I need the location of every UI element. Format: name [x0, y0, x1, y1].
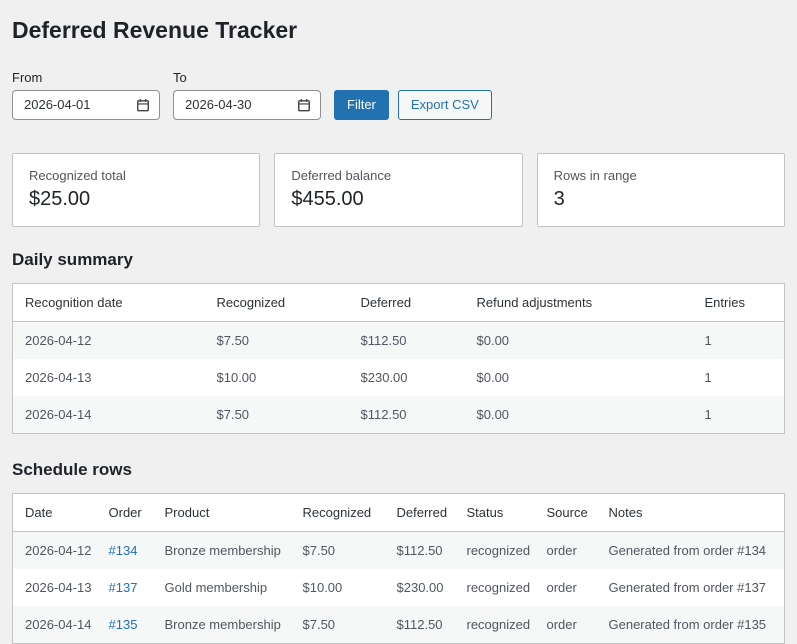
- cell-product: Bronze membership: [164, 616, 281, 632]
- cell-order: #135: [99, 606, 155, 644]
- order-link[interactable]: #134: [109, 543, 138, 558]
- schedule-rows-table: Date Order Product Recognized Deferred S…: [12, 492, 785, 644]
- column-header-recognized: Recognized: [206, 283, 351, 322]
- card-label: Recognized total: [29, 167, 126, 183]
- cell-entries: 1: [704, 332, 712, 348]
- to-date-field: To 2026-04-30: [173, 70, 321, 120]
- card-label: Rows in range: [553, 167, 637, 183]
- daily-summary-heading: Daily summary: [12, 249, 133, 269]
- export-csv-button[interactable]: Export CSV: [397, 89, 492, 120]
- from-date-field: From 2026-04-01: [12, 70, 160, 120]
- card-rows-in-range: Rows in range 3: [536, 152, 785, 227]
- card-value: 3: [553, 187, 565, 210]
- cell-notes: Generated from order #135: [608, 616, 767, 632]
- cell-status: recognized: [466, 616, 531, 632]
- from-date-input[interactable]: 2026-04-01: [12, 89, 160, 120]
- filter-button[interactable]: Filter: [334, 89, 389, 120]
- column-header-notes: Notes: [598, 493, 785, 532]
- column-header-recognition-date: Recognition date: [12, 283, 207, 322]
- cell-refund-adjustments: $0.00: [476, 369, 510, 385]
- table-row: 2026-04-14 #135 Bronze membership $7.50 …: [12, 605, 785, 644]
- order-link[interactable]: #137: [109, 580, 138, 595]
- column-header-order: Order: [98, 493, 155, 532]
- table-header-row: Recognition date Recognized Deferred Ref…: [12, 283, 785, 322]
- cell-refund-adjustments: $0.00: [476, 406, 510, 422]
- column-header-source: Source: [536, 493, 599, 532]
- calendar-icon[interactable]: [136, 98, 150, 112]
- stat-cards: Recognized total $25.00 Deferred balance…: [12, 152, 785, 227]
- daily-summary-table: Recognition date Recognized Deferred Ref…: [12, 282, 785, 434]
- card-label: Deferred balance: [291, 167, 392, 183]
- cell-recognized: $7.50: [216, 406, 250, 422]
- card-deferred-balance: Deferred balance $455.00: [274, 152, 523, 227]
- cell-refund-adjustments: $0.00: [476, 332, 510, 348]
- to-date-input[interactable]: 2026-04-30: [173, 89, 321, 120]
- table-row: 2026-04-12 #134 Bronze membership $7.50 …: [12, 531, 785, 569]
- card-value: $455.00: [291, 187, 364, 210]
- cell-product: Bronze membership: [164, 542, 281, 558]
- cell-recognized: $10.00: [302, 579, 343, 595]
- table-row: 2026-04-13 $10.00 $230.00 $0.00 1: [13, 359, 785, 396]
- cell-date: 2026-04-13: [25, 579, 92, 595]
- column-header-recognized: Recognized: [292, 493, 387, 532]
- cell-deferred: $112.50: [396, 616, 443, 632]
- column-header-deferred: Deferred: [386, 493, 457, 532]
- card-value: $25.00: [29, 187, 91, 210]
- cell-recognition-date: 2026-04-14: [25, 406, 92, 422]
- cell-recognized: $7.50: [302, 616, 336, 632]
- cell-deferred: $112.50: [396, 542, 443, 558]
- cell-deferred: $230.00: [360, 369, 408, 385]
- cell-recognized: $7.50: [216, 332, 250, 348]
- cell-order: #134: [99, 531, 155, 569]
- cell-notes: Generated from order #137: [608, 579, 767, 595]
- table-row: 2026-04-13 #137 Gold membership $10.00 $…: [13, 569, 785, 606]
- table-header-row: Date Order Product Recognized Deferred S…: [12, 493, 785, 532]
- cell-notes: Generated from order #134: [608, 542, 767, 558]
- cell-date: 2026-04-12: [25, 542, 92, 558]
- page: Deferred Revenue Tracker From 2026-04-01…: [12, 12, 785, 644]
- from-date-value: 2026-04-01: [24, 97, 91, 113]
- column-header-refund-adjustments: Refund adjustments: [466, 283, 695, 322]
- cell-product: Gold membership: [164, 579, 268, 595]
- cell-entries: 1: [704, 369, 712, 385]
- column-header-status: Status: [456, 493, 537, 532]
- cell-source: order: [546, 579, 577, 595]
- column-header-deferred: Deferred: [350, 283, 467, 322]
- cell-status: recognized: [466, 579, 531, 595]
- filter-bar: From 2026-04-01 To 2026-04-30 Filter Exp…: [12, 70, 785, 120]
- cell-source: order: [546, 616, 577, 632]
- column-header-date: Date: [12, 493, 99, 532]
- page-title: Deferred Revenue Tracker: [12, 17, 298, 43]
- cell-status: recognized: [466, 542, 531, 558]
- cell-recognition-date: 2026-04-12: [25, 332, 92, 348]
- cell-date: 2026-04-14: [25, 616, 92, 632]
- cell-source: order: [546, 542, 577, 558]
- column-header-product: Product: [154, 493, 293, 532]
- from-label: From: [12, 69, 43, 85]
- calendar-icon[interactable]: [297, 98, 311, 112]
- cell-recognized: $10.00: [216, 369, 257, 385]
- cell-deferred: $230.00: [396, 579, 444, 595]
- table-row: 2026-04-14 $7.50 $112.50 $0.00 1: [12, 395, 785, 434]
- table-row: 2026-04-12 $7.50 $112.50 $0.00 1: [12, 321, 785, 359]
- to-label: To: [173, 69, 187, 85]
- cell-recognized: $7.50: [302, 542, 336, 558]
- cell-entries: 1: [704, 406, 712, 422]
- to-date-value: 2026-04-30: [185, 97, 252, 113]
- column-header-entries: Entries: [694, 283, 785, 322]
- cell-recognition-date: 2026-04-13: [25, 369, 92, 385]
- cell-deferred: $112.50: [360, 406, 407, 422]
- schedule-rows-heading: Schedule rows: [12, 459, 132, 479]
- order-link[interactable]: #135: [109, 617, 138, 632]
- cell-deferred: $112.50: [360, 332, 407, 348]
- card-recognized-total: Recognized total $25.00: [12, 152, 261, 227]
- cell-order: #137: [99, 569, 155, 606]
